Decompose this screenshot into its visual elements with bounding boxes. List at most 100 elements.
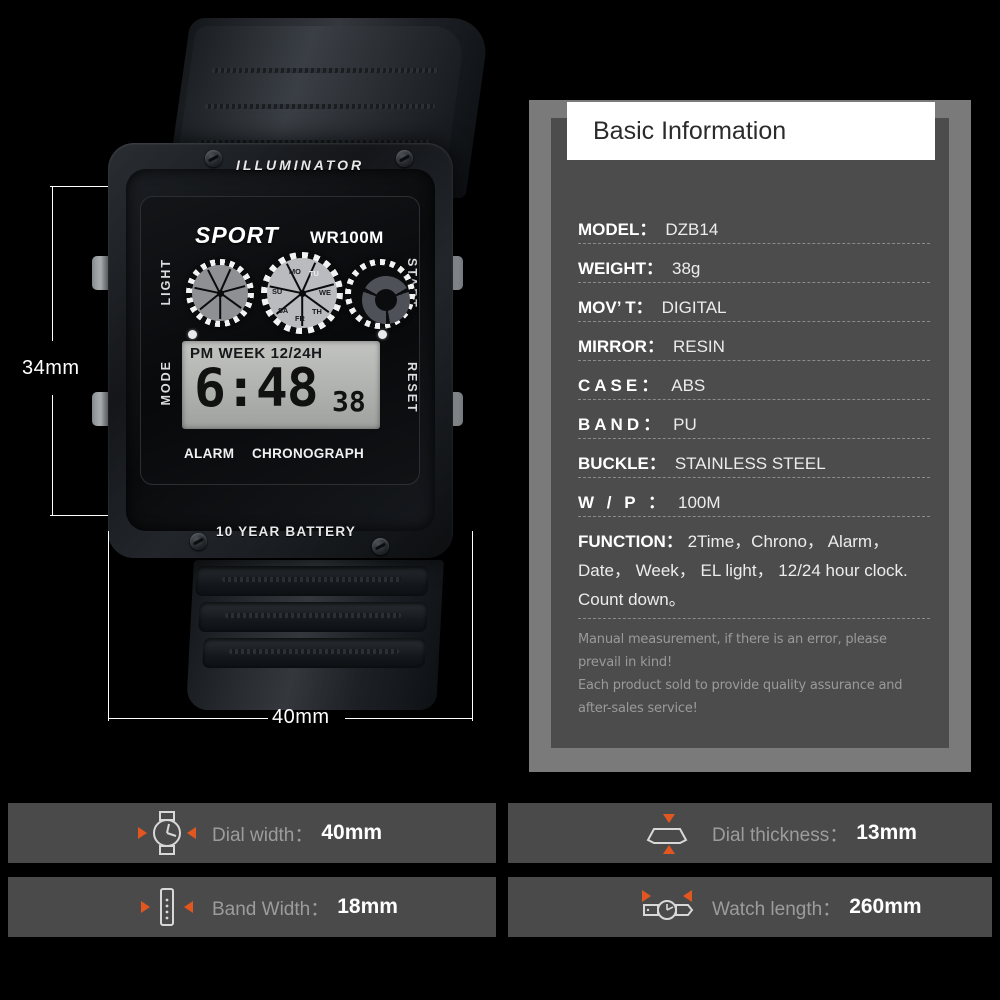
subdial-weekday: MO TU WE TH FR SA SU <box>261 252 343 334</box>
spec-label: CASE： <box>578 376 663 395</box>
spec-row-model: MODEL： DZB14 <box>578 215 930 244</box>
arrow-left-icon <box>138 827 147 839</box>
dim-line-width-b <box>345 718 473 719</box>
watch-length-icon <box>636 884 698 930</box>
case-screw <box>372 538 389 555</box>
feature-value: 40mm <box>321 821 383 844</box>
function-label: FUNCTION： <box>578 532 683 551</box>
spec-value: STAINLESS STEEL <box>674 454 826 473</box>
band-segment <box>198 602 428 632</box>
arrow-down-icon <box>663 814 675 823</box>
feature-card-dial-width[interactable]: Dial width： 40mm <box>8 803 496 863</box>
dim-height-label: 34mm <box>22 357 80 379</box>
function-line-2: Date， Week， EL light， 12/24 hour clock. <box>578 561 908 580</box>
dial-label-chronograph: CHRONOGRAPH <box>252 446 365 461</box>
weekday-su: SU <box>272 287 283 296</box>
dial-wr-text: WR100M <box>310 228 384 247</box>
spec-label: WEIGHT： <box>578 259 663 278</box>
spec-row-band: BAND： PU <box>578 410 930 439</box>
weekday-we: WE <box>319 288 331 297</box>
spec-value: 100M <box>677 493 721 512</box>
spec-panel-title-bar: Basic Information <box>567 102 935 160</box>
feature-card-watch-length[interactable]: Watch length： 260mm <box>508 877 992 937</box>
spec-label: MOV’ T： <box>578 298 653 317</box>
spec-label: MODEL： <box>578 220 657 239</box>
dial-label-reset: RESET <box>405 362 419 414</box>
weekday-sa: SA <box>278 306 289 315</box>
subdial-right <box>345 259 415 329</box>
arrow-right-icon <box>187 827 196 839</box>
dial-indicator-dot <box>188 330 197 339</box>
spec-list: MODEL： DZB14 WEIGHT： 38g MOV’ T： DIGITAL… <box>578 215 930 720</box>
dial-label-alarm: ALARM <box>184 446 235 461</box>
bezel-illuminator-text: ILLUMINATOR <box>236 157 365 173</box>
dim-line-height-upper <box>52 186 53 341</box>
spec-label: W / P ： <box>578 493 669 512</box>
feature-value: 18mm <box>337 895 398 918</box>
watch-front-icon <box>136 810 198 856</box>
spec-label: MIRROR： <box>578 337 664 356</box>
arrow-right-icon <box>184 901 193 913</box>
panel-note-2: Each product sold to provide quality ass… <box>578 678 903 716</box>
band-segment <box>195 566 429 596</box>
dim-tick-top <box>50 186 108 187</box>
lcd-seconds: 38 <box>332 385 366 418</box>
feature-label: Dial width： <box>212 824 314 846</box>
arrow-left-icon <box>141 901 150 913</box>
dim-line-width-a <box>108 718 268 719</box>
dial-label-light: LIGHT <box>159 258 173 306</box>
weekday-tu: TU <box>309 269 319 278</box>
dial-label-mode: MODE <box>159 360 173 406</box>
panel-note-1: Manual measurement, if there is an error… <box>578 632 887 670</box>
spec-label: BAND： <box>578 415 665 434</box>
weekday-fr: FR <box>295 314 305 323</box>
spec-value: DIGITAL <box>661 298 727 317</box>
dial-indicator-dot <box>378 330 387 339</box>
panel-title-text: Basic Information <box>593 116 787 145</box>
arrow-right-icon <box>683 890 692 902</box>
bezel-battery-text: 10 YEAR BATTERY <box>216 524 357 539</box>
spec-row-water-resistance: W / P ： 100M <box>578 488 930 517</box>
dial-brand-text: SPORT <box>195 222 279 248</box>
spec-row-weight: WEIGHT： 38g <box>578 254 930 283</box>
band-segment <box>202 638 426 668</box>
spec-value: 38g <box>672 259 701 278</box>
dim-line-height-lower <box>52 395 53 515</box>
dim-width-label: 40mm <box>272 706 330 728</box>
case-screw <box>190 533 207 550</box>
infographic-root: ILLUMINATOR 10 YEAR BATTERY SPORT WR100M… <box>0 0 1000 1000</box>
spec-value: ABS <box>671 376 706 395</box>
spec-row-case: CASE： ABS <box>578 371 930 400</box>
function-value-1: 2Time，Chrono， Alarm， <box>687 532 890 551</box>
feature-card-dial-thickness[interactable]: Dial thickness： 13mm <box>508 803 992 863</box>
spec-row-movement: MOV’ T： DIGITAL <box>578 293 930 322</box>
spec-row-buckle: BUCKLE： STAINLESS STEEL <box>578 449 930 478</box>
spec-value: PU <box>673 415 697 434</box>
weekday-mo: MO <box>289 267 301 276</box>
feature-value: 260mm <box>849 895 922 918</box>
feature-value: 13mm <box>856 821 917 844</box>
dim-line-width-right <box>472 531 473 721</box>
watch-side-icon <box>636 810 698 856</box>
spec-label: BUCKLE： <box>578 454 666 473</box>
arrow-left-icon <box>642 890 651 902</box>
watch-product-photo: ILLUMINATOR 10 YEAR BATTERY SPORT WR100M… <box>0 0 510 790</box>
spec-value: RESIN <box>672 337 725 356</box>
dim-line-width-left <box>108 531 109 721</box>
lcd-time: 6:48 <box>194 358 319 419</box>
feature-card-band-width[interactable]: Band Width： 18mm <box>8 877 496 937</box>
feature-label: Watch length： <box>712 898 842 920</box>
case-screw <box>396 150 413 167</box>
weekday-th: TH <box>312 307 322 316</box>
dim-tick-bottom <box>50 515 108 516</box>
watch-band-icon <box>136 884 198 930</box>
feature-label: Band Width： <box>212 898 330 920</box>
spec-row-function: FUNCTION： 2Time，Chrono， Alarm， Date， Wee… <box>578 527 930 619</box>
spec-row-mirror: MIRROR： RESIN <box>578 332 930 361</box>
spec-value: DZB14 <box>665 220 719 239</box>
lcd-screen: PM WEEK 12/24H 6:48 38 <box>182 341 380 429</box>
arrow-up-icon <box>663 845 675 854</box>
subdial-left <box>186 259 254 327</box>
case-screw <box>205 150 222 167</box>
function-line-1: FUNCTION： 2Time，Chrono， Alarm， <box>578 527 930 556</box>
